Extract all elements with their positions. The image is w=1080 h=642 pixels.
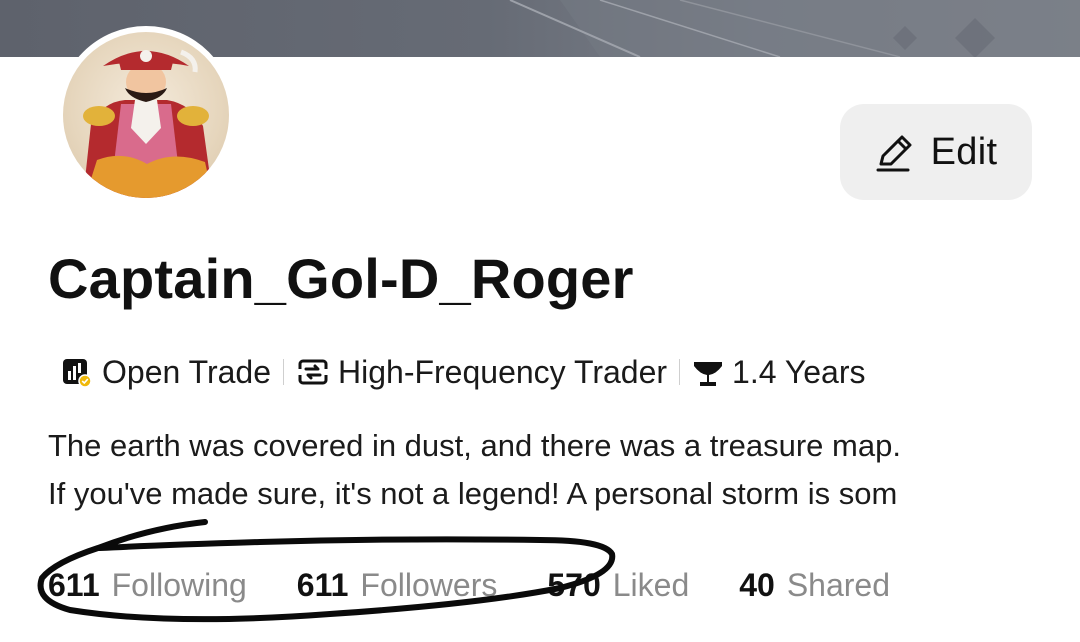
swap-arrows-icon — [296, 359, 330, 385]
stat-shared[interactable]: 40 Shared — [739, 567, 890, 604]
trophy-icon — [694, 362, 723, 386]
tag-divider — [679, 359, 681, 385]
profile-username: Captain_Gol-D_Roger — [48, 247, 634, 310]
stat-value: 40 — [739, 566, 775, 603]
tag-label: 1.4 Years — [732, 353, 866, 390]
tag-open-trade[interactable]: Open Trade — [60, 354, 271, 391]
bio-line: If you've made sure, it's not a legend! … — [48, 476, 898, 511]
tag-divider — [283, 359, 284, 385]
stat-value: 611 — [296, 566, 349, 603]
tag-label: High-Frequency Trader — [338, 353, 668, 390]
stat-label: Liked — [612, 566, 690, 603]
stat-label: Following — [111, 566, 247, 603]
tag-years[interactable]: 1.4 Years — [692, 354, 865, 391]
stat-value: 611 — [48, 566, 100, 603]
open-trade-icon — [63, 359, 92, 388]
stat-value: 570 — [547, 566, 601, 603]
bio-line: The earth was covered in dust, and there… — [48, 428, 901, 463]
stat-liked[interactable]: 570 Liked — [547, 567, 689, 604]
edit-profile-button[interactable]: Edit — [840, 104, 1032, 200]
avatar[interactable] — [57, 26, 235, 204]
stat-following[interactable]: 611 Following — [48, 567, 247, 604]
stat-label: Shared — [786, 566, 891, 603]
pencil-icon — [876, 135, 912, 172]
tag-high-frequency-trader[interactable]: High-Frequency Trader — [296, 354, 667, 391]
stat-followers[interactable]: 611 Followers — [297, 567, 498, 604]
stat-label: Followers — [360, 566, 498, 603]
profile-bio: The earth was covered in dust, and there… — [48, 422, 1058, 518]
tag-label: Open Trade — [102, 353, 271, 390]
profile-tags: Open Trade High-Frequency Trader 1.4 Yea… — [60, 350, 865, 394]
profile-stats: 611 Following 611 Followers 570 Liked 40… — [48, 560, 940, 610]
edit-button-label: Edit — [930, 130, 998, 173]
avatar-image — [63, 32, 229, 198]
